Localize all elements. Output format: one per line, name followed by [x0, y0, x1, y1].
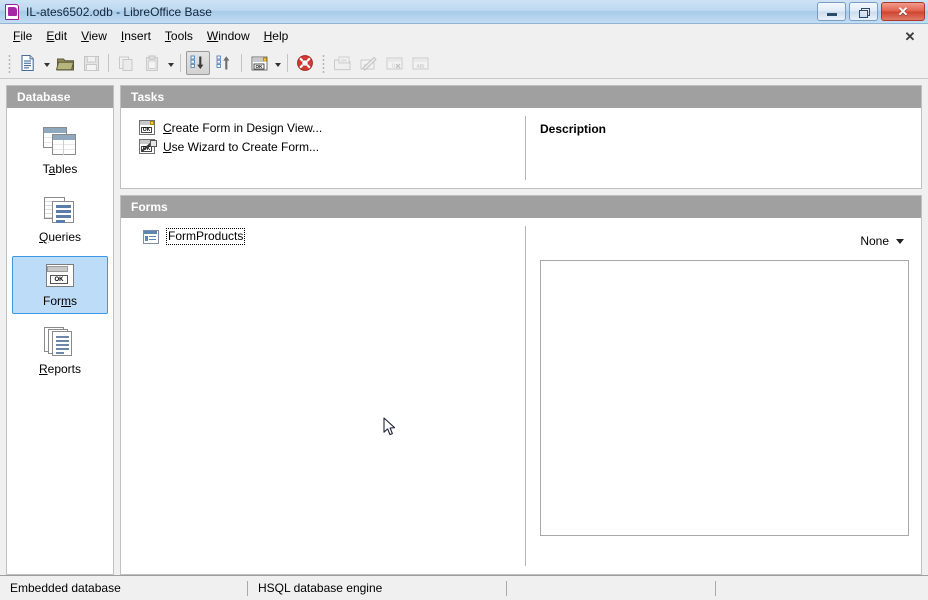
- sidebar-item-forms-label: Forms: [43, 294, 77, 308]
- main-column: Tasks OK Create Form in Design View... O…: [120, 85, 922, 575]
- preview-mode-dropdown[interactable]: None: [857, 232, 907, 250]
- delete-database-object-icon: 0: [382, 51, 406, 75]
- sidebar-item-queries[interactable]: Queries: [12, 188, 108, 250]
- paste-dropdown-icon[interactable]: [165, 51, 176, 75]
- create-form-design-view-icon: OK: [139, 120, 155, 135]
- tasks-panel-header: Tasks: [121, 86, 921, 108]
- form-wizard-dropdown-icon[interactable]: [272, 51, 283, 75]
- menu-view[interactable]: View: [74, 26, 114, 46]
- toolbar-separator: [241, 54, 242, 72]
- sidebar-item-queries-label: Queries: [38, 230, 82, 244]
- svg-text:ABI: ABI: [416, 63, 424, 69]
- menu-file[interactable]: File: [6, 26, 39, 46]
- tasks-panel: Tasks OK Create Form in Design View... O…: [120, 85, 922, 189]
- database-sidebar: Database Tables Queries OK Forms Reports: [6, 85, 114, 575]
- preview-area: [540, 260, 909, 536]
- menu-window[interactable]: Window: [200, 26, 257, 46]
- task-create-form-design-view-label: Create Form in Design View...: [163, 120, 323, 135]
- menu-tools[interactable]: Tools: [158, 26, 200, 46]
- forms-preview-pane: None: [525, 226, 921, 566]
- new-document-icon[interactable]: [16, 51, 40, 75]
- tasks-panel-body: OK Create Form in Design View... OK Use …: [121, 108, 921, 188]
- sidebar-header: Database: [7, 86, 113, 108]
- tables-icon: [43, 127, 77, 157]
- minimize-button[interactable]: [817, 2, 846, 21]
- menubar: File Edit View Insert Tools Window Help …: [0, 24, 928, 48]
- statusbar: Embedded database HSQL database engine: [0, 575, 928, 600]
- close-icon: ✕: [897, 4, 909, 19]
- reports-icon: [44, 327, 76, 357]
- toolbar-grip-secondary[interactable]: [321, 53, 326, 73]
- task-use-wizard-to-create-form-label: Use Wizard to Create Form...: [163, 139, 320, 154]
- svg-text:OK: OK: [255, 64, 263, 69]
- forms-panel-header: Forms: [121, 196, 921, 218]
- close-document-icon[interactable]: ✕: [902, 28, 918, 44]
- menu-edit[interactable]: Edit: [39, 26, 74, 46]
- sidebar-item-forms[interactable]: OK Forms: [12, 256, 108, 314]
- queries-icon: [44, 195, 76, 225]
- form-object-icon: [143, 229, 159, 244]
- sidebar-item-reports[interactable]: Reports: [12, 320, 108, 382]
- toolbar-separator: [287, 54, 288, 72]
- toolbar-separator: [180, 54, 181, 72]
- task-create-form-design-view[interactable]: OK Create Form in Design View...: [139, 120, 525, 135]
- minimize-icon: [826, 13, 837, 16]
- create-form-wizard-icon: OK: [139, 139, 157, 154]
- sort-ascending-icon[interactable]: [212, 51, 236, 75]
- new-document-dropdown-icon[interactable]: [41, 51, 52, 75]
- copy-icon: [114, 51, 138, 75]
- sort-descending-icon[interactable]: [186, 51, 210, 75]
- description-title: Description: [540, 122, 607, 136]
- preview-mode-value: None: [860, 234, 889, 248]
- toolbar-separator: [108, 54, 109, 72]
- open-document-icon[interactable]: [53, 51, 77, 75]
- sidebar-items: Tables Queries OK Forms Reports: [7, 108, 113, 388]
- forms-list[interactable]: FormProducts: [121, 218, 525, 574]
- libreoffice-base-window: IL-ates6502.odb - LibreOffice Base ✕ Fil…: [0, 0, 928, 600]
- open-database-object-icon: OK: [330, 51, 354, 75]
- window-controls: ✕: [817, 2, 925, 21]
- restore-button[interactable]: [849, 2, 878, 21]
- status-database-type: Embedded database: [10, 581, 121, 595]
- save-document-icon: [79, 51, 103, 75]
- toolbar-grip[interactable]: [7, 53, 12, 73]
- status-cell-three: [507, 576, 715, 600]
- menu-insert[interactable]: Insert: [114, 26, 158, 46]
- sidebar-item-reports-label: Reports: [38, 362, 82, 376]
- form-item-label: FormProducts: [166, 228, 246, 245]
- help-icon[interactable]: [293, 51, 317, 75]
- forms-icon: OK: [44, 263, 76, 289]
- form-wizard-icon[interactable]: OK: [247, 51, 271, 75]
- svg-text:OK: OK: [340, 58, 348, 63]
- edit-database-object-icon: OK: [356, 51, 380, 75]
- libreoffice-base-icon: [4, 3, 20, 20]
- status-cell-four: [716, 576, 928, 600]
- window-titlebar: IL-ates6502.odb - LibreOffice Base ✕: [0, 0, 928, 24]
- preview-selector-row: None: [540, 232, 909, 250]
- workspace: Database Tables Queries OK Forms Reports…: [0, 79, 928, 575]
- paste-icon: [140, 51, 164, 75]
- task-use-wizard-to-create-form[interactable]: OK Use Wizard to Create Form...: [139, 139, 525, 154]
- list-item[interactable]: FormProducts: [143, 228, 525, 245]
- chevron-down-icon: [896, 238, 904, 244]
- description-pane: Description: [525, 116, 921, 180]
- sidebar-item-tables[interactable]: Tables: [12, 120, 108, 182]
- main-toolbar: OK OK OK: [0, 48, 928, 79]
- svg-text:0: 0: [392, 63, 395, 69]
- restore-icon: [859, 7, 870, 18]
- sidebar-item-tables-label: Tables: [42, 162, 78, 176]
- forms-panel: Forms FormProducts None: [120, 195, 922, 575]
- tasks-list: OK Create Form in Design View... OK Use …: [121, 108, 525, 188]
- menu-help[interactable]: Help: [257, 26, 296, 46]
- rename-database-object-icon: ABI: [408, 51, 432, 75]
- window-title: IL-ates6502.odb - LibreOffice Base: [26, 4, 212, 19]
- status-database-engine: HSQL database engine: [258, 581, 383, 595]
- close-window-button[interactable]: ✕: [881, 2, 925, 21]
- forms-panel-body: FormProducts None: [121, 218, 921, 574]
